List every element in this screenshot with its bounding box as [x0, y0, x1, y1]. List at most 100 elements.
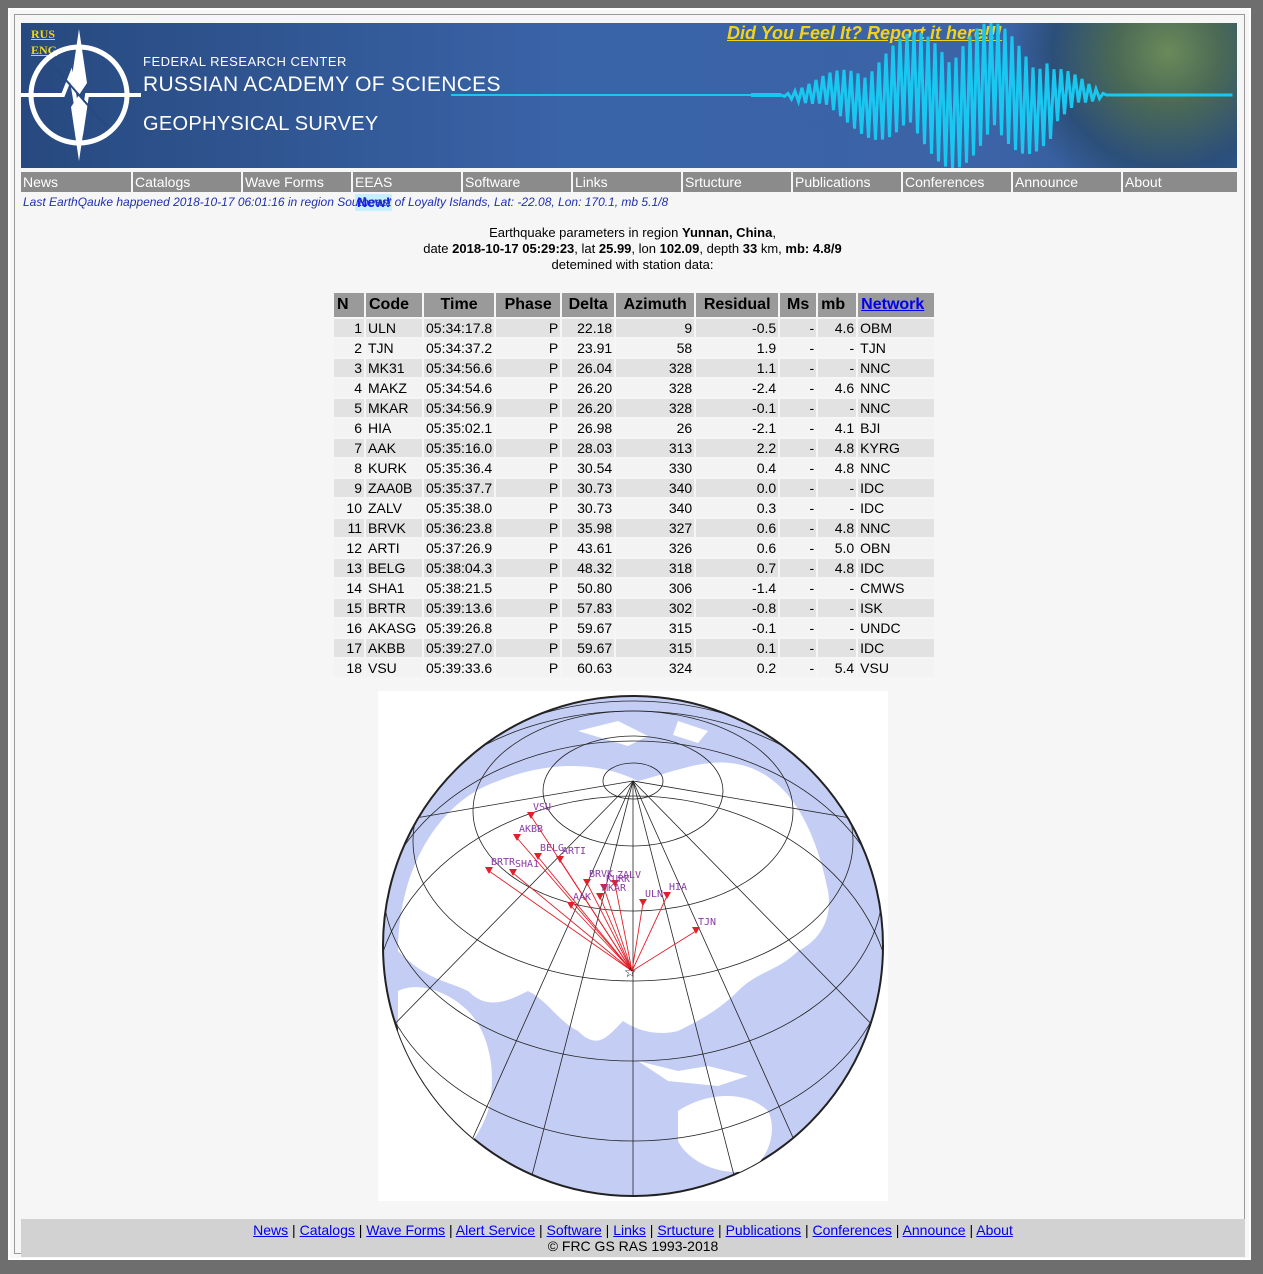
table-row: 2 TJN 05:34:37.2 P 23.91 58 1.9- - TJN — [334, 339, 935, 357]
table-cell-network: NNC — [858, 359, 935, 377]
table-cell-azimuth: 340 — [616, 499, 695, 517]
footer-link-software[interactable]: Software — [547, 1222, 602, 1238]
table-cell-code: ZALV — [366, 499, 422, 517]
footer-link-srtucture[interactable]: Srtucture — [657, 1222, 714, 1238]
nav-publications[interactable]: Publications — [791, 172, 901, 192]
table-cell-code: BELG — [366, 559, 422, 577]
table-cell-network: OBN — [858, 539, 935, 557]
network-sort-link[interactable]: Network — [861, 296, 924, 313]
footer-link-about[interactable]: About — [976, 1222, 1013, 1238]
params-region: Yunnan, China — [682, 225, 773, 240]
last-quake-link[interactable]: Last EarthQauke happened 2018-10-17 06:0… — [23, 195, 668, 209]
table-cell-time: 05:35:37.7 — [424, 479, 495, 497]
table-cell-code: MK31 — [366, 359, 422, 377]
table-cell-mb: 4.6 — [818, 379, 857, 397]
station-label-vsu: VSU — [533, 802, 551, 813]
table-cell-ms: - — [780, 399, 817, 417]
col-delta: Delta — [562, 293, 615, 317]
table-cell-delta: 26.20 — [562, 379, 615, 397]
table-cell-mb: - — [818, 599, 857, 617]
table-cell-delta: 43.61 — [562, 539, 615, 557]
table-cell-residual: 1.9 — [696, 339, 779, 357]
table-cell-azimuth: 340 — [616, 479, 695, 497]
nav-conferences[interactable]: Conferences — [901, 172, 1011, 192]
station-label-tjn: TJN — [698, 917, 716, 928]
table-cell-code: BRTR — [366, 599, 422, 617]
table-cell-residual: -0.1 — [696, 619, 779, 637]
col-azimuth: Azimuth — [616, 293, 695, 317]
table-cell-mb: 4.8 — [818, 459, 857, 477]
table-cell-time: 05:35:36.4 — [424, 459, 495, 477]
footer-link-catalogs[interactable]: Catalogs — [300, 1222, 355, 1238]
footer-separator: | — [965, 1222, 977, 1238]
footer-link-conferences[interactable]: Conferences — [812, 1222, 891, 1238]
table-cell-ms: - — [780, 319, 817, 337]
depth-unit: km, — [757, 241, 786, 256]
table-row: 9 ZAA0B 05:35:37.7 P 30.73 340 0.0- - IDC — [334, 479, 935, 497]
table-cell-mb: 4.1 — [818, 419, 857, 437]
table-cell-azimuth: 315 — [616, 619, 695, 637]
footer-link-wave-forms[interactable]: Wave Forms — [366, 1222, 445, 1238]
table-row: 5 MKAR 05:34:56.9 P 26.20 328 -0.1- - NNC — [334, 399, 935, 417]
nav-links[interactable]: Links — [571, 172, 681, 192]
station-label-akbb: AKBB — [519, 824, 543, 835]
table-cell-network: UNDC — [858, 619, 935, 637]
table-cell-n: 4 — [334, 379, 364, 397]
station-label-mkar: MKAR — [602, 883, 627, 894]
station-label-aak: AAK — [573, 892, 591, 903]
nav-eeas-label: EEAS — [355, 174, 393, 190]
nav-structure[interactable]: Srtucture — [681, 172, 791, 192]
table-cell-n: 17 — [334, 639, 364, 657]
footer-link-alert-service[interactable]: Alert Service — [456, 1222, 535, 1238]
epicenter-marker: ☆ — [624, 965, 637, 981]
table-cell-network: IDC — [858, 639, 935, 657]
globe-map-svg: VSUAKBBBELGARTIBRTR SHA1BRVK ZALVKURKMKARU… — [382, 695, 884, 1197]
table-cell-delta: 48.32 — [562, 559, 615, 577]
table-cell-residual: -2.4 — [696, 379, 779, 397]
table-cell-time: 05:36:23.8 — [424, 519, 495, 537]
table-cell-phase: P — [496, 619, 561, 637]
nav-announce[interactable]: Announce — [1011, 172, 1121, 192]
table-cell-n: 6 — [334, 419, 364, 437]
header-banner: RUS ENG FEDERAL RESEARCH CENTER RUSSIAN … — [21, 23, 1237, 168]
org-line3: GEOPHYSICAL SURVEY — [143, 113, 379, 135]
copyright: © FRC GS RAS 1993-2018 — [547, 1238, 719, 1254]
params-line1: Earthquake parameters in region Yunnan, … — [15, 225, 1250, 240]
table-cell-azimuth: 330 — [616, 459, 695, 477]
footer-separator: | — [714, 1222, 726, 1238]
footer-link-links[interactable]: Links — [613, 1222, 646, 1238]
table-cell-n: 14 — [334, 579, 364, 597]
table-cell-phase: P — [496, 439, 561, 457]
nav-about[interactable]: About — [1121, 172, 1231, 192]
col-code: Code — [366, 293, 422, 317]
table-cell-time: 05:37:26.9 — [424, 539, 495, 557]
table-header-row: N Code Time Phase Delta Azimuth Residual… — [334, 293, 935, 317]
table-cell-azimuth: 328 — [616, 399, 695, 417]
nav-news[interactable]: News — [21, 172, 131, 192]
table-cell-n: 10 — [334, 499, 364, 517]
nav-wave-forms[interactable]: Wave Forms — [241, 172, 351, 192]
table-cell-phase: P — [496, 559, 561, 577]
table-cell-time: 05:38:21.5 — [424, 579, 495, 597]
main-nav: News Catalogs Wave Forms EEASNew! Softwa… — [21, 172, 1237, 211]
nav-eeas[interactable]: EEASNew! — [351, 172, 461, 211]
table-cell-time: 05:34:56.9 — [424, 399, 495, 417]
table-cell-residual: -0.1 — [696, 399, 779, 417]
table-cell-ms: - — [780, 459, 817, 477]
table-cell-azimuth: 58 — [616, 339, 695, 357]
table-cell-ms: - — [780, 579, 817, 597]
footer-separator: | — [891, 1222, 903, 1238]
table-cell-azimuth: 327 — [616, 519, 695, 537]
footer: News | Catalogs | Wave Forms | Alert Ser… — [21, 1219, 1245, 1257]
table-cell-delta: 35.98 — [562, 519, 615, 537]
footer-link-announce[interactable]: Announce — [903, 1222, 966, 1238]
footer-link-news[interactable]: News — [253, 1222, 288, 1238]
table-cell-phase: P — [496, 359, 561, 377]
col-ms: Ms — [780, 293, 817, 317]
table-cell-residual: -2.1 — [696, 419, 779, 437]
nav-catalogs[interactable]: Catalogs — [131, 172, 241, 192]
table-row: 11 BRVK 05:36:23.8 P 35.98 327 0.6-4.8 NNC — [334, 519, 935, 537]
col-network[interactable]: Network — [858, 293, 935, 317]
footer-link-publications[interactable]: Publications — [726, 1222, 802, 1238]
nav-software[interactable]: Software — [461, 172, 571, 192]
